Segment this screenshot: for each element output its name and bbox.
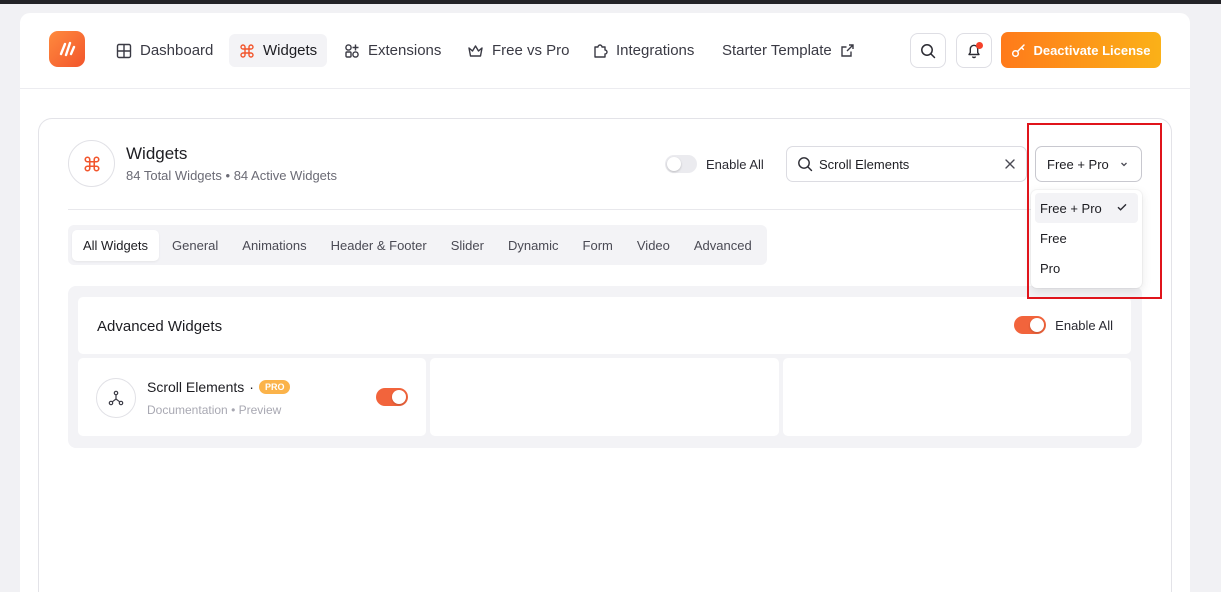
- nodes-icon: [108, 390, 124, 406]
- enable-all-label: Enable All: [706, 156, 764, 172]
- search-icon: [921, 43, 936, 58]
- category-tabs: All Widgets General Animations Header & …: [68, 225, 767, 265]
- highlight-annotation: [1027, 123, 1162, 299]
- links-separator: •: [231, 403, 236, 417]
- brand-logo[interactable]: [49, 31, 85, 67]
- puzzle-icon: [594, 43, 608, 58]
- section-title: Advanced Widgets: [97, 318, 223, 335]
- enable-all-widgets: Enable All: [665, 155, 764, 173]
- deactivate-license-button[interactable]: Deactivate License: [1001, 32, 1161, 68]
- section-header: Advanced Widgets Enable All: [78, 297, 1131, 354]
- tab-animations[interactable]: Animations: [231, 230, 317, 261]
- total-widgets-count: 84 Total Widgets: [126, 168, 222, 183]
- widget-links: Documentation • Preview: [147, 403, 281, 417]
- widget-card-empty: [430, 358, 779, 436]
- page-title: Widgets: [126, 144, 188, 163]
- extensions-icon: [345, 43, 359, 58]
- nav-integrations[interactable]: Integrations: [582, 34, 704, 67]
- external-link-icon: [841, 44, 854, 57]
- active-widgets-count: 84 Active Widgets: [233, 168, 338, 183]
- command-icon: [240, 43, 254, 58]
- search-field[interactable]: Scroll Elements: [786, 146, 1027, 182]
- top-strip: [0, 0, 1221, 4]
- clear-icon[interactable]: [1004, 158, 1016, 170]
- widget-enable-toggle[interactable]: [376, 388, 408, 406]
- tab-video[interactable]: Video: [626, 230, 681, 261]
- section-enable-all-label: Enable All: [1055, 317, 1113, 333]
- documentation-link[interactable]: Documentation: [147, 403, 228, 417]
- search-button[interactable]: [910, 33, 946, 68]
- widget-card-scroll-elements: Scroll Elements · PRO Documentation • Pr…: [78, 358, 426, 436]
- search-input[interactable]: Scroll Elements: [819, 157, 998, 172]
- section-enable-all-toggle[interactable]: [1014, 316, 1047, 334]
- widget-counts: 84 Total Widgets • 84 Active Widgets: [126, 168, 337, 183]
- notifications-button[interactable]: [956, 33, 992, 68]
- nav-starter-template-label: Starter Template: [722, 42, 832, 59]
- widget-name: Scroll Elements: [147, 379, 245, 395]
- crown-icon: [468, 44, 483, 57]
- app-window: Dashboard Widgets Extensions Free vs Pro…: [20, 13, 1190, 592]
- tab-all-widgets[interactable]: All Widgets: [72, 229, 160, 261]
- nav-starter-template[interactable]: Starter Template: [712, 34, 865, 67]
- top-nav: Dashboard Widgets Extensions Free vs Pro…: [20, 13, 1190, 89]
- search-icon: [798, 157, 813, 172]
- key-icon: [1012, 43, 1026, 57]
- grid-icon: [116, 43, 132, 58]
- enable-all-toggle[interactable]: [665, 155, 697, 173]
- advanced-widgets-section: Advanced Widgets Enable All Scroll Eleme…: [68, 286, 1142, 448]
- command-icon: [83, 155, 100, 172]
- tab-general[interactable]: General: [161, 230, 229, 261]
- nav-free-vs-pro-label: Free vs Pro: [492, 42, 570, 59]
- toggle-knob: [392, 390, 406, 404]
- tab-header-footer[interactable]: Header & Footer: [320, 230, 438, 261]
- section-enable-all: Enable All: [1014, 316, 1113, 334]
- pro-badge: PRO: [258, 380, 291, 394]
- widget-name-separator: ·: [249, 379, 254, 395]
- tab-advanced[interactable]: Advanced: [683, 230, 763, 261]
- widget-name-row: Scroll Elements · PRO: [147, 379, 291, 395]
- tab-form[interactable]: Form: [572, 230, 624, 261]
- notification-dot: [976, 42, 983, 49]
- nav-dashboard[interactable]: Dashboard: [106, 34, 223, 67]
- deactivate-license-label: Deactivate License: [1033, 42, 1151, 58]
- counts-separator: •: [225, 168, 231, 183]
- nav-free-vs-pro[interactable]: Free vs Pro: [457, 34, 580, 67]
- nav-extensions[interactable]: Extensions: [334, 34, 451, 67]
- toggle-knob: [1030, 318, 1045, 332]
- nav-widgets[interactable]: Widgets: [229, 34, 328, 67]
- toggle-knob: [667, 157, 681, 171]
- widgets-header-icon: [68, 140, 115, 187]
- scroll-elements-icon: [96, 378, 136, 418]
- nav-extensions-label: Extensions: [368, 42, 442, 59]
- tab-dynamic[interactable]: Dynamic: [497, 230, 570, 261]
- preview-link[interactable]: Preview: [239, 403, 282, 417]
- logo-mark-icon: [59, 41, 76, 57]
- tab-slider[interactable]: Slider: [440, 230, 495, 261]
- nav-integrations-label: Integrations: [616, 42, 695, 59]
- header-divider: [68, 209, 1140, 210]
- widget-card-empty: [783, 358, 1131, 436]
- nav-widgets-label: Widgets: [263, 42, 318, 59]
- nav-dashboard-label: Dashboard: [140, 42, 214, 59]
- widgets-card: Widgets 84 Total Widgets • 84 Active Wid…: [38, 118, 1172, 592]
